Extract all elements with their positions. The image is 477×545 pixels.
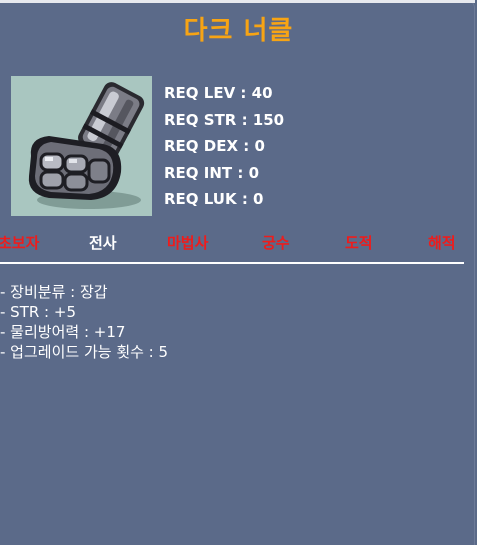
job-eligibility-row: 초보자 전사 마법사 궁수 도적 해적 [0, 232, 477, 254]
item-tooltip-panel: 다크 너클 REQ LEV: 40 REQ STR: 150 REQ DEX… [0, 0, 475, 545]
requirements-list: REQ LEV : 40 REQ STR : 150 REQ DEX : 0 R… [164, 80, 284, 213]
item-name: 다크 너클 [183, 16, 294, 46]
item-stats-list: - 장비분류 : 장갑 - STR : +5 - 물리방어력 : +17 - 업… [0, 282, 168, 362]
req-str: REQ STR : 150 [164, 110, 285, 129]
req-luk: REQ LUK : 0 [164, 190, 264, 208]
stat-upgrade-slots: - 업그레이드 가능 횟수 : 5 [0, 343, 169, 361]
job-pirate: 해적 [428, 234, 456, 252]
job-beginner: 초보자 [0, 234, 40, 252]
job-magician: 마법사 [167, 234, 209, 252]
req-level: REQ LEV : 40 [164, 84, 273, 102]
dark-knuckle-glove-icon [28, 82, 145, 209]
req-dex: REQ DEX : 0 [164, 137, 265, 155]
stat-str: - STR : +5 [0, 303, 76, 321]
job-bowman: 궁수 [262, 234, 290, 252]
stat-equip-type: - 장비분류 : 장갑 [0, 283, 108, 301]
stat-weapon-defense: - 물리방어력 : +17 [0, 323, 126, 341]
section-divider [0, 262, 464, 264]
job-thief: 도적 [345, 234, 373, 252]
job-warrior: 전사 [89, 234, 117, 252]
panel-top-border [0, 0, 475, 3]
req-int: REQ INT : 0 [164, 163, 260, 182]
item-icon-frame [11, 76, 152, 216]
